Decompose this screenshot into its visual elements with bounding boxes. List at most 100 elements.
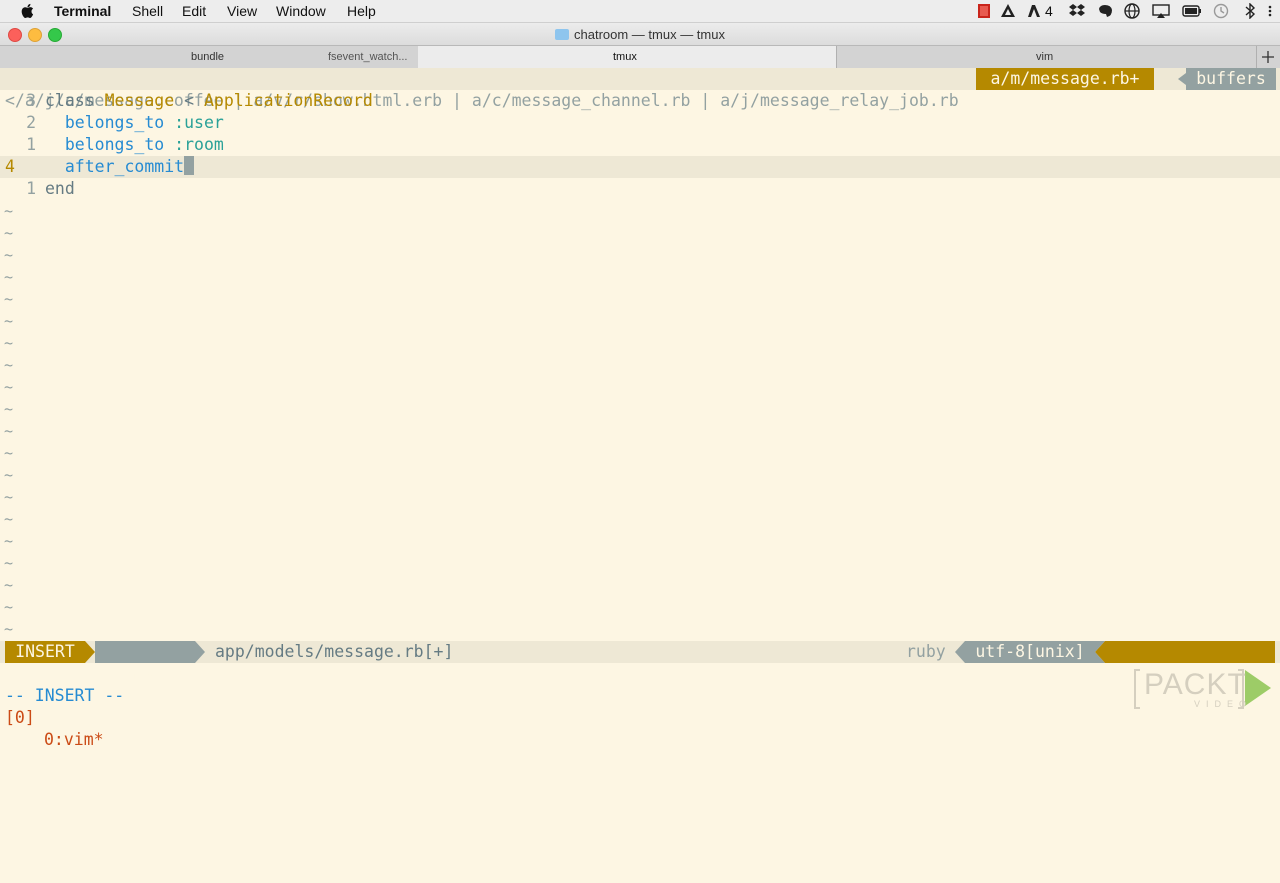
- tilde-marker: ~: [4, 400, 14, 418]
- record-icon[interactable]: [976, 3, 992, 19]
- tab-subtitle: fsevent_watch...: [328, 51, 408, 63]
- plus-icon: [1262, 51, 1274, 63]
- menu-app-name[interactable]: Terminal: [54, 3, 111, 19]
- buffers-label: buffers: [1186, 68, 1276, 90]
- text-cursor: [184, 156, 195, 175]
- tilde-marker: ~: [4, 246, 14, 264]
- code-line[interactable]: 1 end: [0, 178, 1280, 200]
- mode-indicator: INSERT: [5, 641, 85, 663]
- empty-line: ~: [0, 310, 1280, 332]
- tmux-status-bar: [0] 0:vim*: [0, 685, 1280, 749]
- code-token: belongs_to: [64, 135, 165, 154]
- tilde-marker: ~: [4, 576, 14, 594]
- tilde-marker: ~: [4, 554, 14, 572]
- new-tab-button[interactable]: [1256, 46, 1280, 68]
- empty-line: ~: [0, 530, 1280, 552]
- code-text: class Message < ApplicationRecord: [45, 90, 373, 112]
- tilde-marker: ~: [4, 312, 14, 330]
- packt-sub: VIDEO: [1194, 699, 1253, 709]
- adobe-icon[interactable]: 4: [1026, 3, 1053, 19]
- filetype: ruby: [906, 642, 946, 661]
- menu-help[interactable]: Help: [347, 3, 376, 19]
- empty-line: ~: [0, 552, 1280, 574]
- evernote-icon[interactable]: [1096, 3, 1114, 19]
- bluetooth-icon[interactable]: [1244, 3, 1256, 19]
- tilde-marker: ~: [4, 598, 14, 616]
- code-token: belongs_to: [64, 113, 165, 132]
- tilde-marker: ~: [4, 268, 14, 286]
- tab-tmux[interactable]: tmux: [418, 46, 837, 68]
- separator-arrow-icon: [1095, 641, 1105, 663]
- window-title-bar: chatroom — tmux — tmux: [0, 23, 1280, 45]
- code-line[interactable]: 2 belongs_to :user: [0, 112, 1280, 134]
- packt-brand: PACKT: [1144, 668, 1247, 701]
- tilde-marker: ~: [4, 422, 14, 440]
- tilde-marker: ~: [4, 334, 14, 352]
- tab-label: tmux: [613, 51, 637, 63]
- folder-icon: [555, 29, 569, 40]
- code-line[interactable]: 4 after_commit: [0, 156, 1280, 178]
- encoding: utf-8[unix]: [965, 641, 1095, 663]
- tmux-window[interactable]: 0:vim*: [44, 729, 104, 751]
- status-line: INSERT ∠ master app/models/message.rb[+] …: [0, 641, 1280, 727]
- dropbox-icon[interactable]: [1068, 3, 1086, 19]
- menu-window[interactable]: Window: [276, 3, 326, 19]
- tab-bundle[interactable]: bundle fsevent_watch...: [0, 46, 419, 68]
- code-text: belongs_to :user: [45, 112, 224, 134]
- tilde-marker: ~: [4, 620, 14, 638]
- code-token: class: [45, 91, 105, 110]
- empty-line: ~: [0, 354, 1280, 376]
- empty-line: ~: [0, 464, 1280, 486]
- empty-line: ~: [0, 442, 1280, 464]
- window-title-text: chatroom — tmux — tmux: [574, 27, 725, 42]
- code-token: Message: [104, 91, 175, 110]
- empty-line: ~: [0, 508, 1280, 530]
- separator-arrow-icon: [85, 641, 95, 663]
- airplay-icon[interactable]: [1152, 3, 1170, 19]
- empty-line: ~: [0, 486, 1280, 508]
- code-text: end: [45, 178, 75, 200]
- current-buffer[interactable]: a/m/message.rb+: [976, 68, 1154, 90]
- empty-line: ~: [0, 376, 1280, 398]
- line-number: 4: [5, 157, 15, 176]
- empty-line: ~: [0, 244, 1280, 266]
- tab-label: bundle: [191, 51, 225, 63]
- tab-vim[interactable]: vim: [836, 46, 1257, 68]
- tilde-marker: ~: [4, 510, 14, 528]
- more-icon[interactable]: [1266, 3, 1274, 19]
- window-title: chatroom — tmux — tmux: [0, 27, 1280, 42]
- battery-icon[interactable]: [1182, 3, 1202, 19]
- menu-view[interactable]: View: [227, 3, 257, 19]
- separator-arrow-icon: [1178, 73, 1186, 85]
- apple-menu-icon[interactable]: [20, 3, 34, 19]
- triangle-app-icon[interactable]: [1000, 3, 1016, 19]
- tilde-marker: ~: [4, 356, 14, 374]
- code-token: ApplicationRecord: [203, 91, 373, 110]
- empty-line: ~: [0, 420, 1280, 442]
- tab-bar: bundle fsevent_watch... tmux vim: [0, 45, 1280, 69]
- code-token: :user: [174, 113, 224, 132]
- empty-line: ~: [0, 266, 1280, 288]
- empty-line: ~: [0, 222, 1280, 244]
- command-line[interactable]: -- INSERT --: [0, 663, 1280, 705]
- buffer-line: </a/j/c/message.coffee | a/v/r/show.html…: [0, 68, 1280, 110]
- tilde-marker: ~: [4, 532, 14, 550]
- code-line[interactable]: 1 belongs_to :room: [0, 134, 1280, 156]
- tmux-session: [0]: [5, 708, 35, 727]
- tilde-marker: ~: [4, 466, 14, 484]
- code-token: :room: [174, 135, 224, 154]
- line-number: 1: [26, 135, 36, 154]
- time-machine-icon[interactable]: [1212, 3, 1230, 19]
- empty-line: ~: [0, 398, 1280, 420]
- globe-icon[interactable]: [1124, 3, 1140, 19]
- code-line[interactable]: 3 class Message < ApplicationRecord: [0, 90, 1280, 112]
- code-token: end: [45, 179, 75, 198]
- menu-edit[interactable]: Edit: [182, 3, 206, 19]
- menu-shell[interactable]: Shell: [132, 3, 163, 19]
- empty-line: ~: [0, 574, 1280, 596]
- tab-label: vim: [1036, 51, 1054, 63]
